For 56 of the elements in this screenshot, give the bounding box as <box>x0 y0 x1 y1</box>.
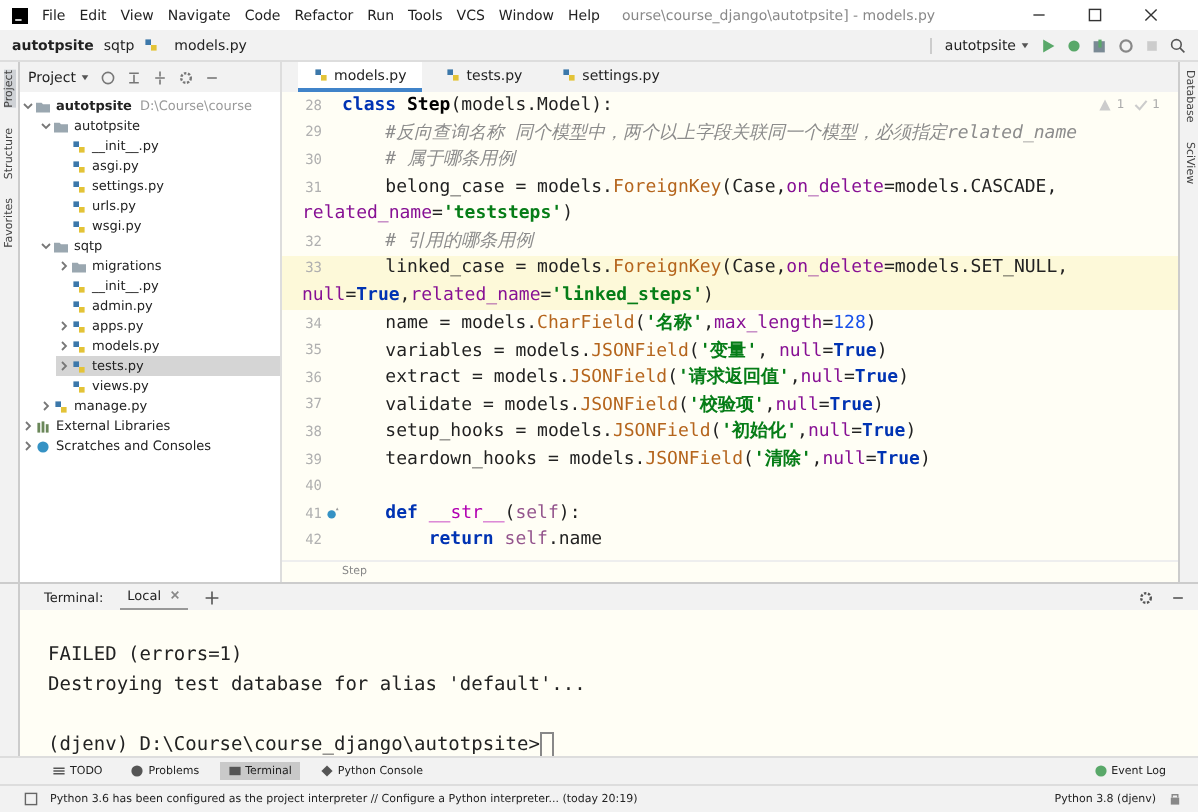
close-icon[interactable] <box>1144 8 1158 22</box>
code-line: related_name='teststeps') <box>302 204 573 225</box>
minimize-icon[interactable] <box>1032 8 1046 22</box>
code-line: setup_hooks = models.JSONField('初始化',null=True) <box>383 418 917 445</box>
event-log-icon <box>1093 764 1108 778</box>
dropdown-caret-icon[interactable] <box>1020 40 1030 50</box>
code-line: validate = models.JSONField('校验项',null=True) <box>383 392 884 418</box>
list-icon <box>52 764 66 778</box>
terminal-output-line: Destroying test database for alias 'default'... <box>48 674 586 696</box>
scratches-icon <box>36 439 50 453</box>
code-line: # 属于哪条用例 <box>383 147 516 173</box>
settings-icon[interactable] <box>177 69 194 85</box>
search-icon[interactable] <box>1170 37 1186 53</box>
expand-icon[interactable] <box>151 69 168 85</box>
chevron-right-icon[interactable] <box>58 320 70 332</box>
code-line: null=True,related_name='linked_steps') <box>302 285 714 306</box>
code-line: return self.name <box>426 530 603 551</box>
debug-icon[interactable] <box>1066 37 1082 53</box>
library-icon <box>36 419 50 433</box>
chevron-right-icon[interactable] <box>58 260 70 272</box>
code-line: extract = models.JSONField('请求返回值',null=True) <box>383 364 909 391</box>
terminal-output-line: FAILED (errors=1) <box>48 644 243 666</box>
terminal-icon <box>227 764 242 778</box>
add-icon[interactable] <box>203 589 220 605</box>
check-icon[interactable] <box>1134 98 1149 112</box>
chevron-right-icon[interactable] <box>22 420 34 432</box>
code-line: class Step(models.Model): <box>342 95 613 116</box>
terminal-prompt: (djenv) D:\Course\course_django\autotpsite> <box>48 734 540 756</box>
python-file-icon <box>144 38 159 52</box>
maximize-icon[interactable] <box>1088 8 1102 22</box>
chevron-right-icon[interactable] <box>40 400 52 412</box>
collapse-icon[interactable] <box>125 69 142 85</box>
settings-icon[interactable] <box>1138 589 1154 605</box>
code-line: teardown_hooks = models.JSONField('清除',null=True) <box>383 446 931 473</box>
chevron-down-icon[interactable] <box>40 120 52 132</box>
python-file-icon <box>314 68 328 82</box>
override-marker-icon[interactable] <box>325 506 339 521</box>
run-icon[interactable] <box>1040 37 1056 53</box>
python-file-icon <box>562 68 577 82</box>
chevron-right-icon[interactable] <box>58 360 70 372</box>
python-file-icon <box>446 68 461 82</box>
lock-icon[interactable] <box>1168 792 1182 806</box>
chevron-right-icon[interactable] <box>22 440 34 452</box>
code-line: belong_case = models.ForeignKey(Case,on_delete=models.CASCADE, <box>383 177 1058 198</box>
code-line: name = models.CharField('名称',max_length=128) <box>383 311 877 337</box>
code-line: def __str__(self): <box>383 503 581 524</box>
code-line: #反向查询名称 同个模型中，两个以上字段关联同一个模型，必须指定related_name <box>383 121 1078 146</box>
chevron-down-icon[interactable] <box>40 240 52 252</box>
chevron-down-icon[interactable] <box>22 100 34 112</box>
chevron-right-icon[interactable] <box>58 340 70 352</box>
dropdown-caret-icon[interactable] <box>79 72 90 82</box>
window-icon[interactable] <box>24 792 38 806</box>
app-logo-icon <box>12 7 28 23</box>
code-line: variables = models.JSONField('变量', null=True) <box>383 338 888 364</box>
code-line: linked_case = models.ForeignKey(Case,on_delete=models.SET_NULL, <box>383 258 1069 279</box>
code-line: # 引用的哪条用例 <box>383 229 534 255</box>
